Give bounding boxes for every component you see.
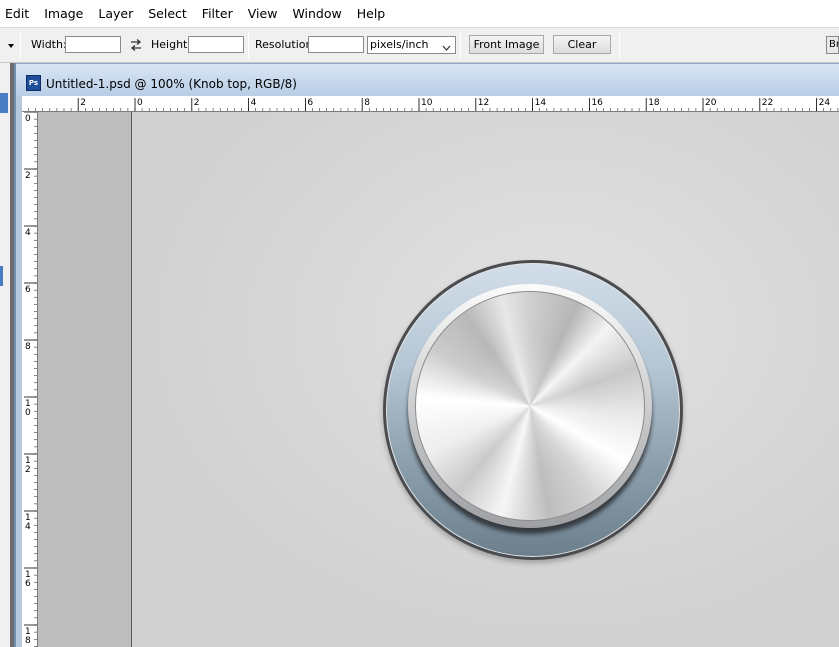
vertical-ruler-scale: 024681012141618 <box>24 112 37 647</box>
image-canvas[interactable] <box>131 112 839 647</box>
width-label: Width: <box>31 38 67 51</box>
ruler-label: 16 <box>591 98 603 108</box>
ruler-label: 2 <box>25 171 31 181</box>
document-tab[interactable]: Ps Untitled-1.psd @ 100% (Knob top, RGB/… <box>16 63 839 96</box>
tool-preset-chevron-down-icon[interactable] <box>7 40 15 53</box>
menu-bar: Edit Image Layer Select Filter View Wind… <box>0 0 839 27</box>
separator <box>460 32 461 59</box>
separator <box>619 32 620 59</box>
ruler-label: 4 <box>251 98 257 108</box>
pasteboard <box>38 112 131 647</box>
ruler-label: 8 <box>25 342 31 352</box>
menu-image[interactable]: Image <box>44 0 83 27</box>
front-image-button[interactable]: Front Image <box>469 35 544 54</box>
ruler-label: 4 <box>25 522 31 532</box>
ruler-label: 2 <box>80 98 86 108</box>
vertical-ruler[interactable]: 024681012141618 <box>22 112 38 647</box>
ruler-label: 6 <box>25 579 31 589</box>
separator <box>20 32 21 59</box>
horizontal-ruler-scale: 2 0 2 4 6 8 10 12 14 16 18 20 22 24 <box>28 98 839 111</box>
menu-view[interactable]: View <box>248 0 278 27</box>
ruler-label: 22 <box>762 98 773 108</box>
menu-edit[interactable]: Edit <box>5 0 29 27</box>
ruler-label: 4 <box>25 228 31 238</box>
bridge-button[interactable]: Br <box>826 36 839 54</box>
menu-filter[interactable]: Filter <box>202 0 233 27</box>
ruler-label: 8 <box>25 636 31 646</box>
separator <box>248 32 249 59</box>
chevron-down-icon <box>442 41 451 57</box>
clear-button[interactable]: Clear <box>553 35 611 54</box>
menu-layer[interactable]: Layer <box>98 0 133 27</box>
document-title: Untitled-1.psd @ 100% (Knob top, RGB/8) <box>46 77 297 91</box>
options-bar: Width: Height: Resolution: pixels/inch F… <box>0 27 839 63</box>
ruler-label: 8 <box>364 98 370 108</box>
ruler-label: 18 <box>648 98 660 108</box>
panel-tab-highlight[interactable] <box>0 93 8 113</box>
left-panel-edge <box>0 63 14 647</box>
width-input[interactable] <box>65 36 121 53</box>
menu-select[interactable]: Select <box>148 0 187 27</box>
ruler-label: 24 <box>819 98 831 108</box>
swap-arrows-icon[interactable] <box>129 38 143 55</box>
resolution-unit-value: pixels/inch <box>370 38 429 51</box>
ruler-label: 2 <box>194 98 200 108</box>
resolution-label: Resolution: <box>255 38 317 51</box>
ruler-label: 0 <box>25 114 31 124</box>
height-label: Height: <box>151 38 192 51</box>
knob-highlight <box>415 291 645 521</box>
resolution-unit-select[interactable]: pixels/inch <box>367 36 456 54</box>
resolution-input[interactable] <box>308 36 364 53</box>
ruler-label: 6 <box>25 285 31 295</box>
ruler-label: 0 <box>25 408 31 418</box>
horizontal-ruler[interactable]: 2 0 2 4 6 8 10 12 14 16 18 20 22 24 <box>22 96 839 112</box>
ruler-label: 0 <box>137 98 143 108</box>
ruler-label: 12 <box>478 98 489 108</box>
panel-tab-highlight[interactable] <box>0 266 3 286</box>
ruler-label: 20 <box>705 98 717 108</box>
menu-window[interactable]: Window <box>292 0 341 27</box>
ruler-label: 2 <box>25 465 31 475</box>
ruler-label: 14 <box>535 98 547 108</box>
ruler-label: 10 <box>421 98 433 108</box>
photoshop-doc-icon: Ps <box>26 75 41 91</box>
height-input[interactable] <box>188 36 244 53</box>
menu-help[interactable]: Help <box>357 0 386 27</box>
ruler-label: 6 <box>307 98 313 108</box>
